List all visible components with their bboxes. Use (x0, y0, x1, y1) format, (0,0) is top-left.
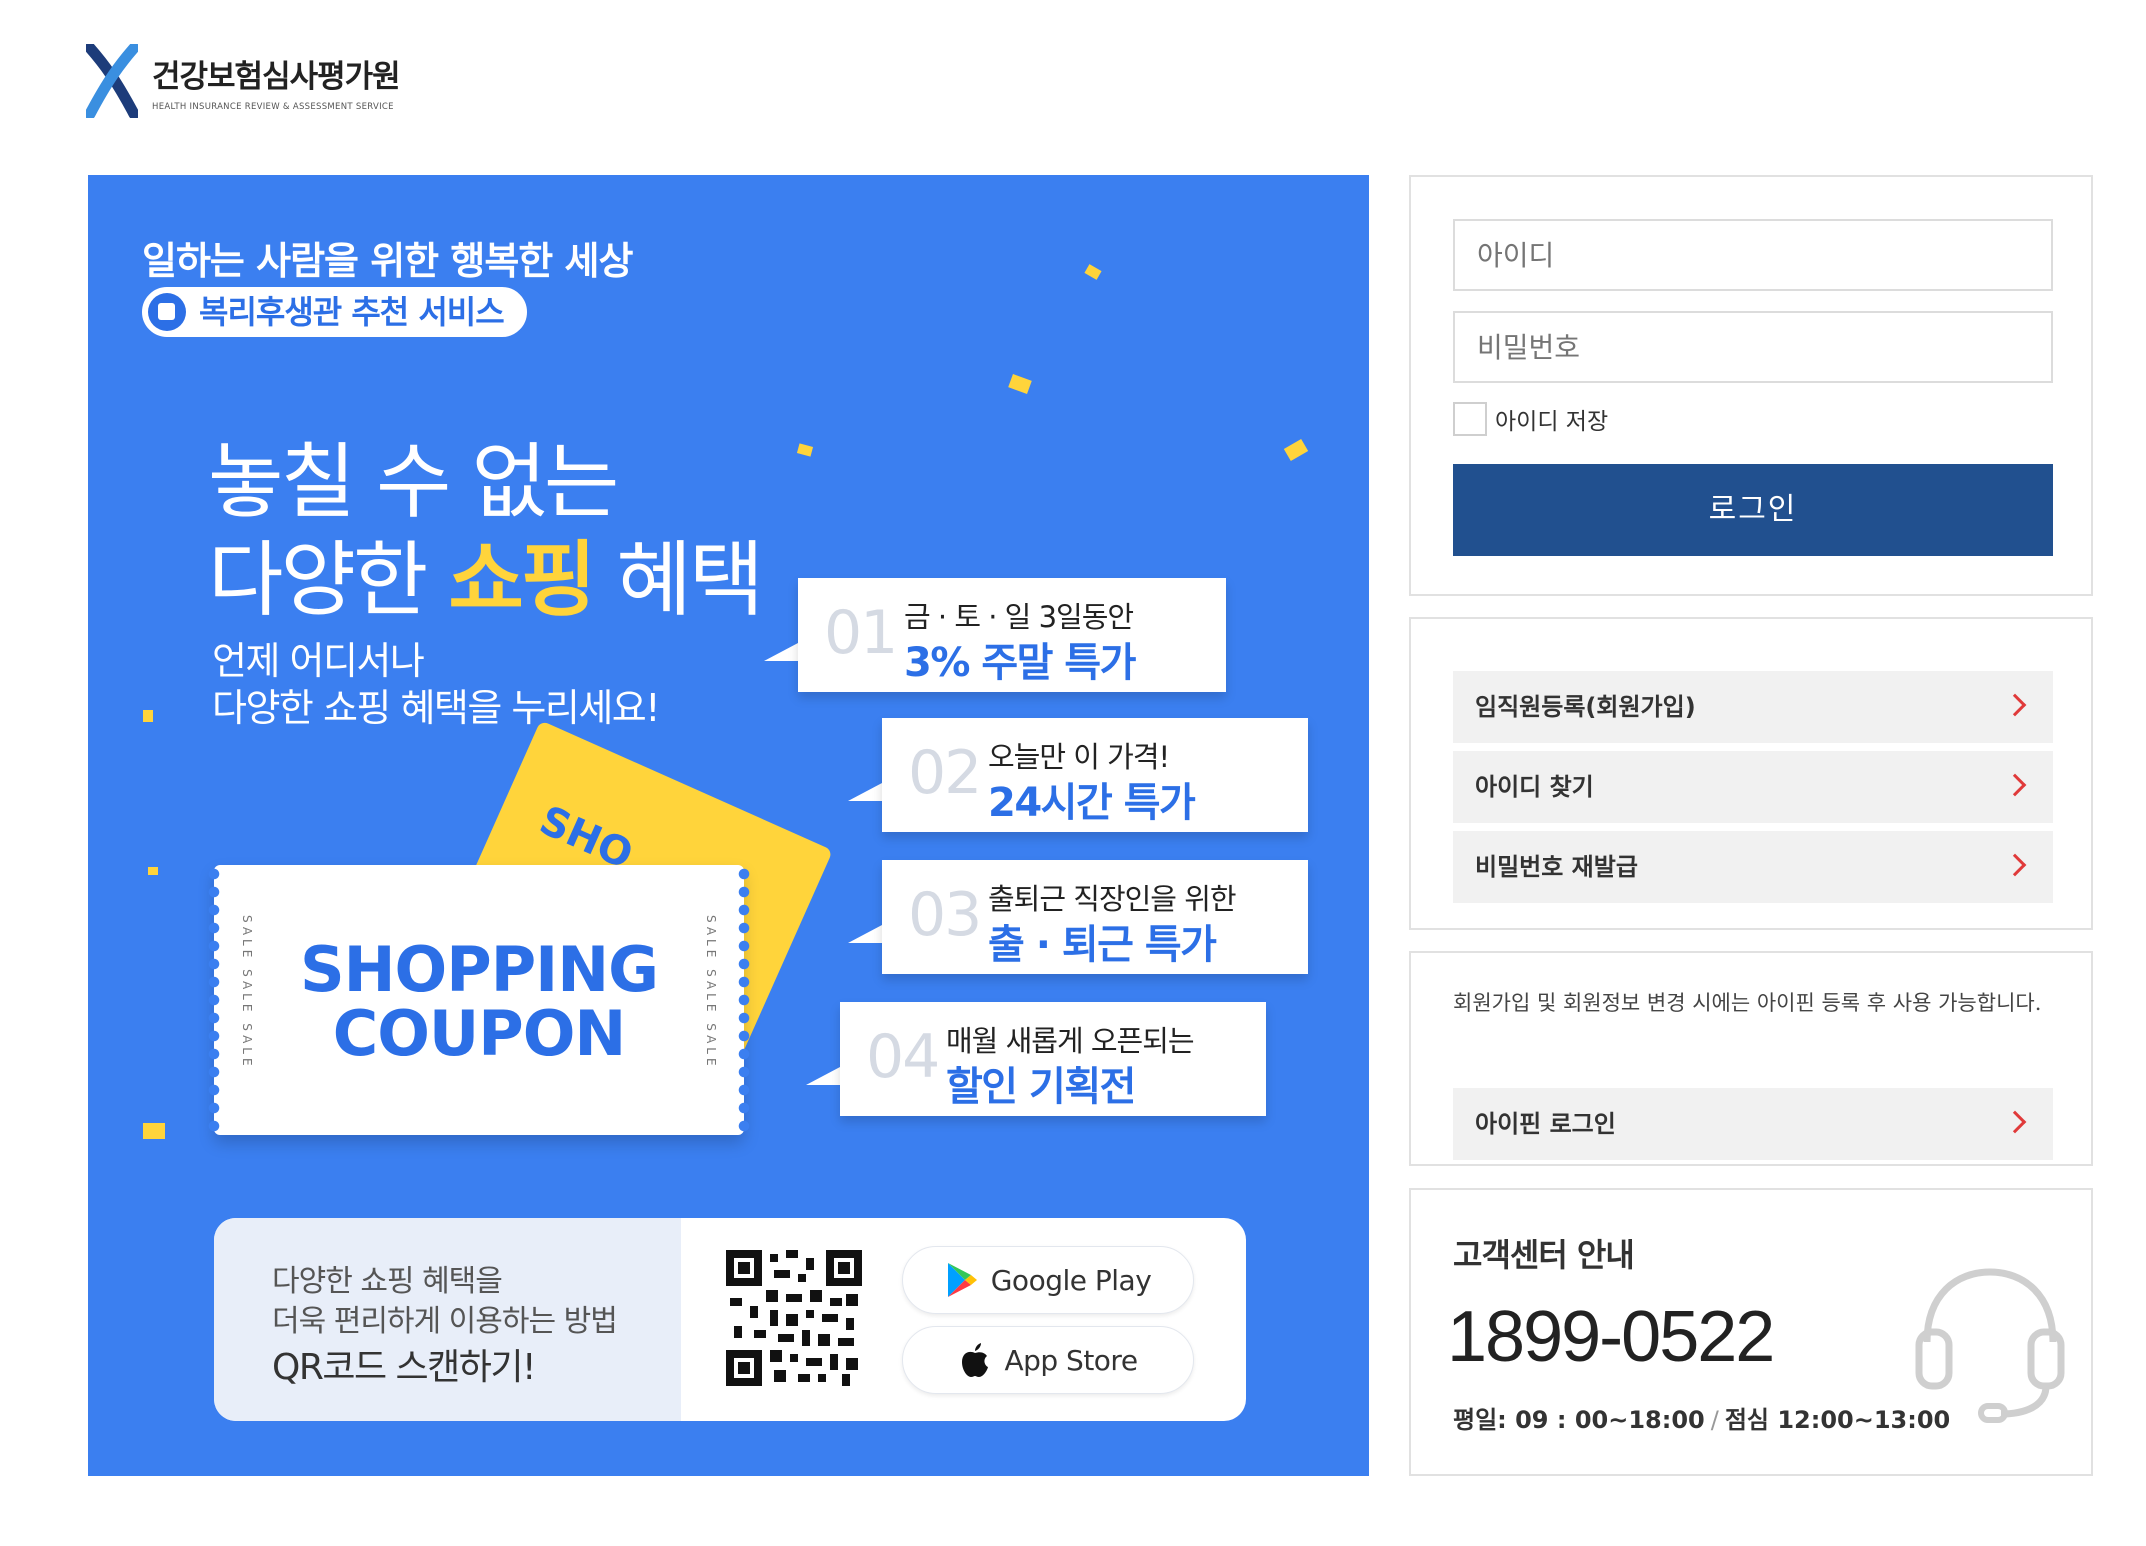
confetti-decoration (796, 443, 814, 457)
register-link[interactable]: 임직원등록(회원가입) (1453, 671, 2053, 743)
find-id-label: 아이디 찾기 (1475, 773, 1594, 801)
qr-section: 다양한 쇼핑 혜택을 더욱 편리하게 이용하는 방법 QR코드 스캔하기! Go… (214, 1218, 1246, 1421)
banner-pill-label: 복리후생관 추천 서비스 (199, 293, 505, 331)
google-play-label: Google Play (990, 1263, 1152, 1297)
thumbs-up-icon (148, 293, 186, 331)
card-line-2: 출 · 퇴근 특가 (988, 922, 1217, 968)
confetti-decoration (148, 867, 158, 875)
headset-icon (1915, 1268, 2065, 1423)
chevron-right-icon (2003, 773, 2027, 797)
account-links-panel: 임직원등록(회원가입) 아이디 찾기 비밀번호 재발급 (1409, 617, 2093, 930)
ipin-login-label: 아이핀 로그인 (1475, 1110, 1616, 1138)
customer-center-hours: 평일: 09 : 00~18:00/점심 12:00~13:00 (1453, 1400, 1950, 1435)
confetti-decoration (1008, 374, 1032, 394)
save-id-checkbox[interactable] (1453, 402, 1487, 436)
password-input[interactable] (1453, 311, 2053, 383)
card-line-2: 3% 주말 특가 (904, 640, 1136, 686)
reset-password-label: 비밀번호 재발급 (1475, 853, 1638, 881)
qr-code-icon[interactable] (726, 1250, 862, 1386)
org-name-en: HEALTH INSURANCE REVIEW & ASSESSMENT SER… (152, 101, 394, 112)
promo-card-04: 04 매월 새롭게 오픈되는 할인 기획전 (840, 1002, 1266, 1116)
promo-card-01: 01 금 · 토 · 일 3일동안 3% 주말 특가 (798, 578, 1226, 692)
banner-tagline: 일하는 사람을 위한 행복한 세상 (142, 239, 633, 283)
find-id-link[interactable]: 아이디 찾기 (1453, 751, 2053, 823)
confetti-decoration (1084, 264, 1102, 280)
app-store-label: App Store (1004, 1343, 1138, 1377)
qr-text-area: 다양한 쇼핑 혜택을 더욱 편리하게 이용하는 방법 QR코드 스캔하기! (214, 1218, 681, 1421)
save-id-label: 아이디 저장 (1495, 409, 1609, 435)
ticket-title-2: COUPON (332, 997, 627, 1070)
promo-card-03: 03 출퇴근 직장인을 위한 출 · 퇴근 특가 (882, 860, 1308, 974)
confetti-decoration (1283, 438, 1309, 462)
google-play-button[interactable]: Google Play (902, 1246, 1194, 1314)
headline-part: 다양한 (208, 533, 449, 628)
ipin-note: 회원가입 및 회원정보 변경 시에는 아이핀 등록 후 사용 가능합니다. (1453, 991, 2042, 1015)
hira-logo-icon (86, 44, 138, 118)
customer-center-panel: 고객센터 안내 1899-0522 평일: 09 : 00~18:00/점심 1… (1409, 1188, 2093, 1476)
card-line-2: 할인 기획전 (946, 1064, 1136, 1110)
apple-icon (962, 1343, 989, 1377)
qr-line-3: QR코드 스캔하기! (272, 1347, 536, 1388)
card-tail (806, 1067, 840, 1085)
register-label: 임직원등록(회원가입) (1475, 693, 1696, 721)
card-number: 01 (824, 598, 898, 668)
card-tail (848, 925, 882, 943)
chevron-right-icon (2003, 693, 2027, 717)
chevron-right-icon (2003, 1110, 2027, 1134)
banner-pill: 복리후생관 추천 서비스 (142, 287, 527, 337)
card-number: 04 (866, 1022, 940, 1092)
coupon-ticket: SALE SALE SALE SALE SALE SALE SHOPPING C… (208, 865, 750, 1135)
id-input[interactable] (1453, 219, 2053, 291)
weekday-hours: 평일: 09 : 00~18:00 (1453, 1406, 1705, 1434)
card-tail (848, 783, 882, 801)
login-button[interactable]: 로그인 (1453, 464, 2053, 556)
promo-banner[interactable]: 일하는 사람을 위한 행복한 세상 복리후생관 추천 서비스 놓칠 수 없는 다… (88, 175, 1369, 1476)
google-play-icon (947, 1263, 977, 1297)
save-id-row[interactable]: 아이디 저장 (1453, 402, 1608, 436)
customer-center-title: 고객센터 안내 (1453, 1236, 1635, 1274)
confetti-decoration (143, 1123, 165, 1139)
headline-highlight: 쇼핑 (448, 533, 596, 628)
chevron-right-icon (2003, 853, 2027, 877)
reset-password-link[interactable]: 비밀번호 재발급 (1453, 831, 2053, 903)
confetti-decoration (143, 710, 153, 722)
login-panel: 아이디 저장 로그인 (1409, 175, 2093, 596)
card-line-2: 24시간 특가 (988, 780, 1196, 826)
promo-card-02: 02 오늘만 이 가격! 24시간 특가 (882, 718, 1308, 832)
card-tail (764, 643, 798, 661)
qr-line-1: 다양한 쇼핑 혜택을 (272, 1264, 503, 1299)
card-number: 03 (908, 880, 982, 950)
ipin-login-link[interactable]: 아이핀 로그인 (1453, 1088, 2053, 1160)
banner-headline-2: 다양한 쇼핑 혜택 (208, 513, 764, 632)
hours-separator: / (1710, 1406, 1719, 1434)
qr-line-2: 더욱 편리하게 이용하는 방법 (272, 1304, 618, 1339)
ipin-panel: 회원가입 및 회원정보 변경 시에는 아이핀 등록 후 사용 가능합니다. 아이… (1409, 951, 2093, 1166)
site-logo[interactable]: 건강보험심사평가원 HEALTH INSURANCE REVIEW & ASSE… (86, 44, 401, 118)
org-name: 건강보험심사평가원 (152, 58, 401, 95)
customer-center-phone: 1899-0522 (1447, 1297, 1775, 1377)
banner-sub-2: 다양한 쇼핑 혜택을 누리세요! (212, 686, 661, 730)
card-number: 02 (908, 738, 982, 808)
app-store-button[interactable]: App Store (902, 1326, 1194, 1394)
ticket-title-1: SHOPPING (300, 933, 659, 1006)
headline-part: 혜택 (593, 533, 764, 628)
